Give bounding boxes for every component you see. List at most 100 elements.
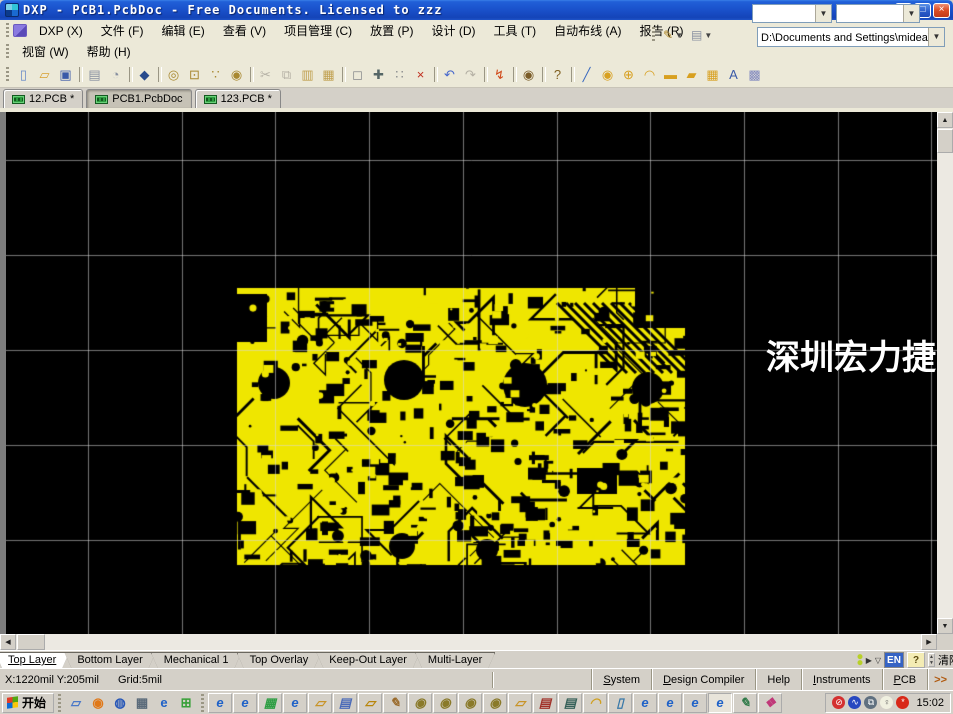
panel-button[interactable]: >> xyxy=(927,669,953,690)
panel-button[interactable]: System xyxy=(591,669,651,690)
task-search[interactable]: ◉ xyxy=(408,693,432,713)
messenger-icon[interactable]: ◍ xyxy=(109,693,131,713)
task-internet-explorer[interactable]: e xyxy=(208,693,232,713)
vertical-scrollbar[interactable]: ▲ ▼ xyxy=(937,112,953,634)
task-internet-explorer[interactable]: e xyxy=(633,693,657,713)
layer-tab[interactable]: Top Overlay xyxy=(237,652,322,668)
place-polygon-icon[interactable]: ▰ xyxy=(681,64,702,85)
wizard-icon[interactable]: ↯ xyxy=(489,64,510,85)
task-library[interactable]: ▤ xyxy=(558,693,582,713)
layer-tab[interactable]: Multi-Layer xyxy=(415,652,495,668)
panel-button[interactable]: Instruments xyxy=(801,669,881,690)
print-tool-button[interactable]: ▤ ▼ xyxy=(688,26,715,44)
toolbar-grip[interactable] xyxy=(6,44,9,60)
audio-tray-icon[interactable]: ∿ xyxy=(848,696,861,709)
cut-icon[interactable]: ✂ xyxy=(255,64,276,85)
layer-stack-icon[interactable]: ◆ xyxy=(134,64,155,85)
layer-tab[interactable]: Top Layer xyxy=(0,652,69,668)
task-document[interactable]: ▤ xyxy=(333,693,357,713)
media-player-icon[interactable]: ◉ xyxy=(87,693,109,713)
save-document-icon[interactable]: ▣ xyxy=(55,64,76,85)
task-tools[interactable]: ◠ xyxy=(583,693,607,713)
chevron-down-icon[interactable]: ▼ xyxy=(815,5,831,22)
layer-tab[interactable]: Bottom Layer xyxy=(64,652,155,668)
new-document-icon[interactable]: ▯ xyxy=(13,64,34,85)
vertical-scroll-thumb[interactable] xyxy=(937,129,953,153)
task-spreadsheet[interactable]: ▦ xyxy=(258,693,282,713)
close-button[interactable]: × xyxy=(933,3,950,18)
start-button[interactable]: 开始 xyxy=(2,693,54,713)
mute-tray-icon[interactable]: ⊘ xyxy=(832,696,845,709)
place-string-icon[interactable]: A xyxy=(723,64,744,85)
copy-icon[interactable]: ⧉ xyxy=(276,64,297,85)
panel-button[interactable]: Design Compiler xyxy=(651,669,755,690)
scroll-right-icon[interactable]: ▶ xyxy=(921,634,937,650)
task-internet-explorer[interactable]: e xyxy=(683,693,707,713)
calculator-icon[interactable]: ▦ xyxy=(131,693,153,713)
menu-item[interactable]: 自动布线 (A) xyxy=(545,20,630,41)
document-tab[interactable]: 123.PCB * xyxy=(195,89,281,108)
zoom-document-icon[interactable]: ◎ xyxy=(163,64,184,85)
play-icon[interactable]: ▶ xyxy=(866,656,872,665)
place-fill-icon[interactable]: ▬ xyxy=(660,64,681,85)
print-icon[interactable]: ▤ xyxy=(84,64,105,85)
language-help-button[interactable]: ? xyxy=(907,652,925,668)
task-search[interactable]: ◉ xyxy=(458,693,482,713)
document-tab[interactable]: 12.PCB * xyxy=(3,89,83,108)
menu-item[interactable]: 放置 (P) xyxy=(361,20,422,41)
network-tray-icon[interactable]: ⧉ xyxy=(864,696,877,709)
panel-button[interactable]: Help xyxy=(755,669,801,690)
net-combobox[interactable]: ▼ xyxy=(836,4,920,23)
menu-item[interactable]: 查看 (V) xyxy=(214,20,275,41)
deselect-all-icon[interactable]: ∷ xyxy=(389,64,410,85)
layer-tab[interactable]: Mechanical 1 xyxy=(151,652,242,668)
help-icon[interactable]: ? xyxy=(547,64,568,85)
toolbar-grip[interactable] xyxy=(652,27,655,43)
menu-item[interactable]: 工具 (T) xyxy=(485,20,546,41)
find-similar-icon[interactable]: ◉ xyxy=(518,64,539,85)
alarm-tray-icon[interactable]: * xyxy=(896,696,909,709)
toolbar-grip[interactable] xyxy=(6,23,9,39)
document-tab[interactable]: PCB1.PcbDoc xyxy=(86,89,191,108)
menu-item[interactable]: 帮助 (H) xyxy=(78,41,140,62)
funnel-icon[interactable]: ▽ xyxy=(875,656,881,665)
task-folder-open[interactable]: ▱ xyxy=(358,693,382,713)
toolbar-grip[interactable] xyxy=(6,67,9,83)
menu-item[interactable]: DXP (X) xyxy=(30,22,92,40)
layer-tab[interactable]: Keep-Out Layer xyxy=(316,652,420,668)
horizontal-scroll-thumb[interactable] xyxy=(17,634,45,650)
annotate-tool-button[interactable]: ✎ ▼ xyxy=(660,26,686,44)
dots-icon[interactable] xyxy=(857,654,863,666)
task-internet-explorer[interactable]: e xyxy=(233,693,257,713)
lamp-tray-icon[interactable]: ♀ xyxy=(880,696,893,709)
task-colors[interactable]: ❖ xyxy=(758,693,782,713)
component-combobox[interactable]: ▼ xyxy=(752,4,832,23)
menu-item[interactable]: 文件 (F) xyxy=(92,20,153,41)
print-preview-icon[interactable]: ◔ xyxy=(105,64,126,85)
language-indicator-badge[interactable]: EN xyxy=(884,652,904,668)
taskbar-grip[interactable] xyxy=(201,694,204,712)
panel-button[interactable]: PCB xyxy=(882,669,928,690)
show-desktop-icon[interactable]: ▱ xyxy=(65,693,87,713)
scroll-down-icon[interactable]: ▼ xyxy=(937,618,953,634)
select-area-icon[interactable]: ◻ xyxy=(347,64,368,85)
place-line-icon[interactable]: ╱ xyxy=(576,64,597,85)
undo-icon[interactable]: ↶ xyxy=(439,64,460,85)
task-image-editor[interactable]: ✎ xyxy=(383,693,407,713)
chevron-down-icon[interactable]: ▼ xyxy=(928,28,944,46)
zoom-area-icon[interactable]: ⊡ xyxy=(184,64,205,85)
language-bar-options-icon[interactable]: ▲▼ xyxy=(928,653,935,667)
place-via-icon[interactable]: ⊕ xyxy=(618,64,639,85)
document-path-combobox[interactable]: D:\Documents and Settings\midea\桌面 ▼ xyxy=(757,27,945,47)
task-search[interactable]: ◉ xyxy=(483,693,507,713)
open-document-icon[interactable]: ▱ xyxy=(34,64,55,85)
redo-icon[interactable]: ↷ xyxy=(460,64,481,85)
windows-flag-icon[interactable]: ⊞ xyxy=(175,693,197,713)
place-component-icon[interactable]: ▩ xyxy=(744,64,765,85)
menu-item[interactable]: 编辑 (E) xyxy=(152,20,213,41)
task-internet-explorer[interactable]: e xyxy=(658,693,682,713)
task-library[interactable]: ▤ xyxy=(533,693,557,713)
paste-icon[interactable]: ▥ xyxy=(297,64,318,85)
task-notebook[interactable]: ▯ xyxy=(608,693,632,713)
menu-item[interactable]: 项目管理 (C) xyxy=(275,20,361,41)
